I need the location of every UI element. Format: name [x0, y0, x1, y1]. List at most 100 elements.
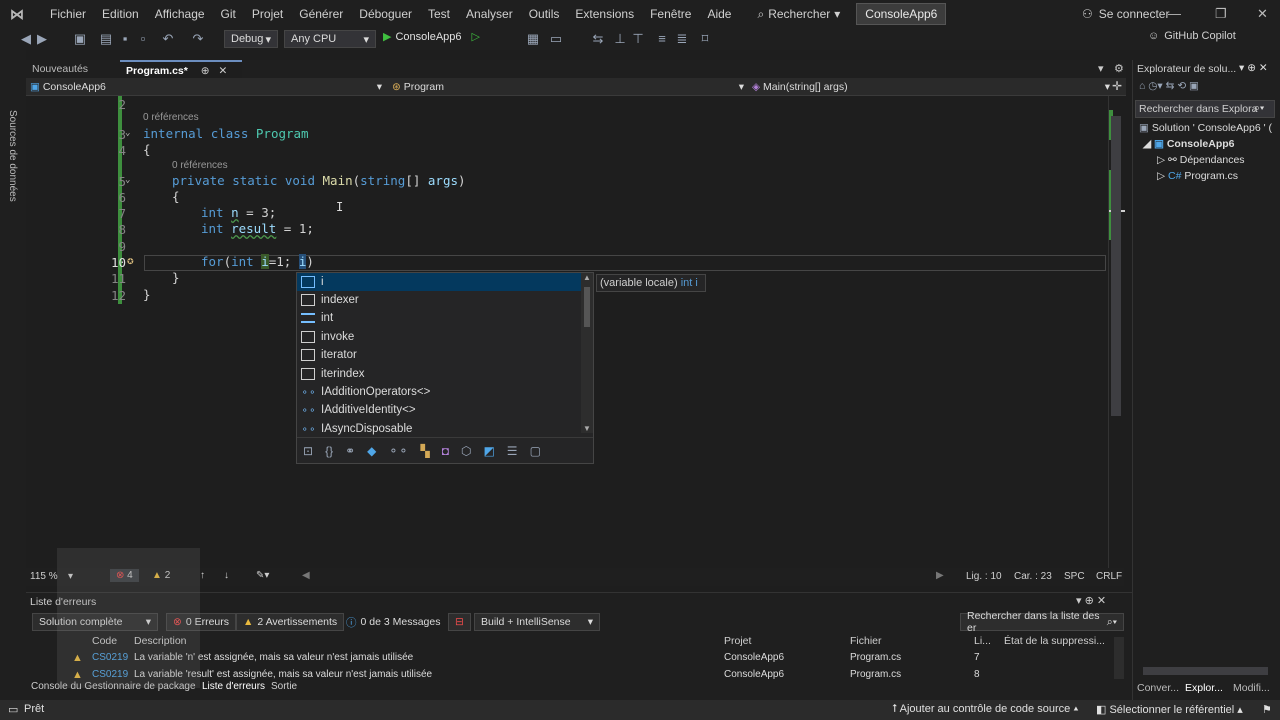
scroll-up-icon[interactable]: ▲ — [581, 273, 593, 282]
repository-button[interactable]: ◧ Sélectionner le référentiel ▴ — [1096, 703, 1243, 716]
tab-nouveautes[interactable]: Nouveautés — [26, 60, 94, 78]
split-icon[interactable]: ✛ — [1112, 79, 1122, 93]
filter-property-icon[interactable]: ☰ — [507, 444, 518, 458]
filter-snippet-icon[interactable]: ▢ — [530, 444, 541, 458]
tree-program-cs[interactable]: ▷ C# Program.cs — [1157, 170, 1238, 182]
collapse-icon[interactable]: ⌄ — [125, 128, 130, 138]
next-issue-icon[interactable]: ↓ — [224, 570, 229, 581]
align2-icon[interactable]: ⊤ — [630, 31, 646, 47]
filter-interface-icon[interactable]: ⚬⚬ — [388, 444, 408, 458]
play-outline-icon[interactable]: ▷ — [472, 30, 480, 43]
filter-method-icon[interactable]: ◩ — [483, 444, 494, 458]
menu-analyser[interactable]: Analyser — [458, 0, 521, 28]
menu-outils[interactable]: Outils — [521, 0, 568, 28]
tab-conversion[interactable]: Conver... — [1137, 682, 1179, 694]
column-suppression[interactable]: État de la suppressi... — [1004, 635, 1105, 647]
uncomment-icon[interactable]: ≣ — [674, 31, 690, 47]
menu-git[interactable]: Git — [213, 0, 244, 28]
menu-aide[interactable]: Aide — [699, 0, 739, 28]
forward-icon[interactable]: ▶ — [34, 31, 50, 47]
open-folder-icon[interactable]: ▤ — [98, 31, 114, 47]
tab-modifications[interactable]: Modifi... — [1233, 682, 1270, 694]
menu-generer[interactable]: Générer — [291, 0, 351, 28]
save-icon[interactable]: ▪ — [117, 31, 133, 47]
menu-fenetre[interactable]: Fenêtre — [642, 0, 699, 28]
tree-dependencies[interactable]: ▷ ⚯ Dépendances — [1157, 154, 1245, 166]
filter-delegate-icon[interactable]: ⬡ — [461, 444, 471, 458]
notifications-icon[interactable]: ⚑ — [1262, 703, 1272, 716]
scroll-thumb[interactable] — [1111, 116, 1121, 416]
solution-search-input[interactable]: Rechercher dans Explora ⌕▾ — [1135, 100, 1275, 118]
completion-item[interactable]: ⚬⚬ IAsyncDisposable — [297, 420, 581, 438]
brush-icon[interactable]: ✎▾ — [256, 570, 269, 581]
pin-icon[interactable]: ⊕ — [201, 65, 210, 77]
back-icon[interactable]: ◀ — [18, 31, 34, 47]
completion-item[interactable]: int — [297, 309, 581, 327]
redo-icon[interactable]: ↷ — [190, 31, 206, 47]
filter-braces-icon[interactable]: {} — [325, 444, 333, 458]
project-dropdown[interactable]: ▣ ConsoleApp6 ▾ — [30, 79, 382, 95]
visual-studio-logo-icon[interactable]: ⋈ — [10, 6, 30, 22]
completion-scrollbar[interactable]: ▲ ▼ — [581, 273, 593, 433]
layout-icon[interactable]: ⇆ — [590, 31, 606, 47]
new-project-icon[interactable]: ▣ — [72, 31, 88, 47]
minimize-icon[interactable]: — — [1168, 0, 1181, 28]
tab-error-list[interactable]: Liste d'erreurs — [202, 681, 265, 692]
class-dropdown[interactable]: ⊛ Program ▾ — [392, 79, 744, 95]
source-control-button[interactable]: ⭡ Ajouter au contrôle de code source ▴ — [892, 703, 1079, 716]
space-indicator[interactable]: SPC — [1064, 571, 1085, 582]
menu-projet[interactable]: Projet — [244, 0, 291, 28]
data-sources-tab[interactable]: Sources de données — [7, 110, 18, 202]
warnings-filter-button[interactable]: ▲ 2 Avertissements — [236, 613, 345, 631]
run-button[interactable]: ▶ ConsoleApp6 ▷ — [383, 30, 480, 44]
filter-class-icon[interactable]: ◆ — [367, 444, 376, 458]
window-icon[interactable]: ▭ — [548, 31, 564, 47]
completion-item[interactable]: iterindex — [297, 365, 581, 383]
char-indicator[interactable]: Car. : 23 — [1014, 571, 1052, 582]
tab-program-cs[interactable]: Program.cs* ⊕ ✕ — [120, 60, 242, 78]
filter-struct-icon[interactable]: ▚ — [420, 444, 429, 458]
line-ending-indicator[interactable]: CRLF — [1096, 571, 1122, 582]
completion-item[interactable]: i — [297, 273, 581, 291]
tree-project[interactable]: ◢ ▣ ConsoleApp6 — [1143, 138, 1235, 150]
error-search-input[interactable]: Rechercher dans la liste des er ⌕▾ — [960, 610, 1124, 634]
menu-fichier[interactable]: Fichier — [42, 0, 94, 28]
codelens-references[interactable]: 0 références — [143, 112, 199, 123]
restore-icon[interactable]: ❐ — [1215, 0, 1227, 28]
scroll-thumb[interactable] — [584, 287, 590, 327]
zoom-level[interactable]: 115 % — [30, 571, 58, 582]
panel-menu-icon[interactable]: ▾ ⊕ ✕ — [1239, 62, 1268, 74]
scroll-left-icon[interactable]: ◀ — [302, 570, 310, 581]
lightbulb-icon[interactable]: ✪ — [127, 254, 134, 267]
tab-output[interactable]: Sortie — [271, 681, 297, 692]
prev-issue-icon[interactable]: ↑ — [200, 570, 205, 581]
sign-in-button[interactable]: ⚇ Se connecter — [1082, 0, 1169, 28]
menu-extensions[interactable]: Extensions — [567, 0, 642, 28]
tab-dropdown-icon[interactable]: ▾ — [1098, 62, 1104, 75]
scroll-right-icon[interactable]: ▶ — [936, 570, 944, 581]
platform-dropdown[interactable]: Any CPU ▾ — [284, 30, 376, 48]
tree-solution[interactable]: ▣ Solution ' ConsoleApp6 ' ( — [1139, 122, 1272, 134]
completion-item[interactable]: ⚬⚬ IAdditiveIdentity<> — [297, 401, 581, 419]
menu-deboguer[interactable]: Déboguer — [351, 0, 420, 28]
editor-vertical-scrollbar[interactable] — [1108, 96, 1125, 568]
member-dropdown[interactable]: ◈ Main(string[] args) ▾ — [752, 79, 1110, 95]
settings-icon[interactable]: ⚙ — [1114, 62, 1124, 75]
collapse-icon[interactable]: ⌄ — [125, 175, 130, 185]
toolbox-icon[interactable]: ▦ — [525, 31, 541, 47]
menu-edition[interactable]: Edition — [94, 0, 147, 28]
completion-item[interactable]: invoke — [297, 328, 581, 346]
column-line[interactable]: Li... — [974, 635, 991, 647]
close-icon[interactable]: ✕ — [1257, 0, 1268, 28]
codelens-references[interactable]: 0 références — [172, 160, 228, 171]
column-file[interactable]: Fichier — [850, 635, 882, 647]
github-copilot-button[interactable]: ☺ GitHub Copilot — [1148, 30, 1236, 42]
scroll-down-icon[interactable]: ▼ — [581, 424, 593, 433]
bookmark-icon[interactable]: ⌑ — [697, 31, 713, 47]
config-dropdown[interactable]: Debug ▾ — [224, 30, 278, 48]
search-menu[interactable]: ⌕ Rechercher ▾ — [757, 7, 840, 22]
comment-icon[interactable]: ≡ — [654, 31, 670, 47]
completion-item[interactable]: iterator — [297, 346, 581, 364]
completion-item[interactable]: ⚬⚬ IAdditionOperators<> — [297, 383, 581, 401]
menu-test[interactable]: Test — [420, 0, 458, 28]
